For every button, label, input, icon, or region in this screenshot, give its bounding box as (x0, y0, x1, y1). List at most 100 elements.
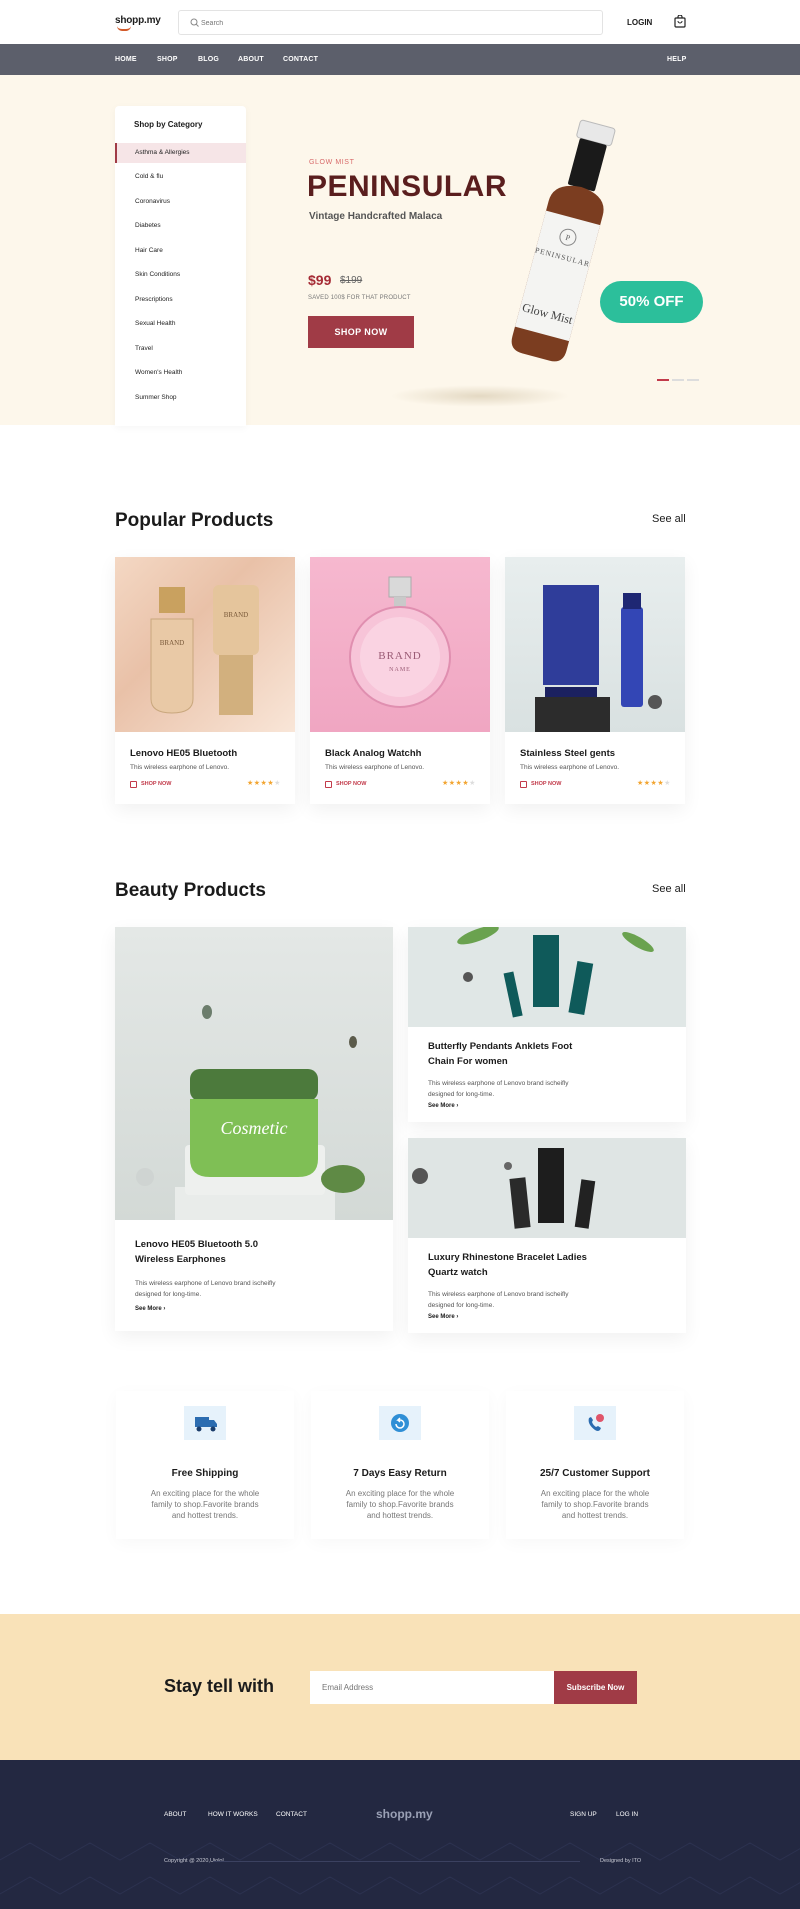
product-shop-now-link[interactable]: SHOP NOW (520, 781, 561, 787)
product-card[interactable]: BRAND NAME Black Analog Watchh This wire… (310, 557, 490, 804)
category-item[interactable]: Diabetes (115, 216, 246, 236)
category-item[interactable]: Prescriptions (115, 290, 246, 310)
see-more-label: See More (428, 1103, 455, 1109)
category-item[interactable]: Cold & flu (115, 167, 246, 187)
hero-saved-text: SAVED 100$ FOR THAT PRODUCT (308, 295, 411, 301)
name-line: Lenovo HE05 Bluetooth 5.0 (135, 1239, 258, 1250)
desc-line: designed for long-time. (135, 1291, 202, 1298)
desc-line: family to shop.Favorite brands (346, 1500, 454, 1509)
beauty-product-card[interactable]: Butterfly Pendants Anklets Foot Chain For… (408, 925, 686, 1122)
product-image (408, 925, 686, 1027)
beauty-feature-card[interactable]: Cosmetic Lenovo HE05 Bluetooth 5.0 Wirele… (115, 927, 393, 1331)
chevron-right-icon: › (456, 1103, 459, 1109)
desc-line: This wireless earphone of Lenovo brand i… (428, 1080, 569, 1087)
category-item[interactable]: Coronavirus (115, 192, 246, 212)
shop-now-label: SHOP NOW (141, 781, 172, 787)
see-more-link[interactable]: See More › (428, 1103, 458, 1109)
desc-line: family to shop.Favorite brands (151, 1500, 259, 1509)
beauty-product-description: This wireless earphone of Lenovo brand i… (428, 1078, 598, 1100)
subscribe-button[interactable]: Subscribe Now (554, 1671, 637, 1704)
desc-line: and hottest trends. (366, 1511, 434, 1520)
name-line: Wireless Earphones (135, 1254, 226, 1265)
desc-line: designed for long-time. (428, 1302, 495, 1309)
name-line: Luxury Rhinestone Bracelet Ladies (428, 1252, 587, 1263)
product-shop-now-link[interactable]: SHOP NOW (130, 781, 171, 787)
feature-description: An exciting place for the whole family to… (140, 1488, 270, 1521)
footer: ABOUT HOW IT WORKS CONTACT shopp.my SIGN… (0, 1760, 800, 1909)
product-name[interactable]: Black Analog Watchh (325, 748, 421, 759)
shop-now-label: SHOP NOW (336, 781, 367, 787)
feature-description: An exciting place for the whole family to… (335, 1488, 465, 1521)
footer-link-sign-up[interactable]: SIGN UP (570, 1811, 597, 1818)
product-shop-now-link[interactable]: SHOP NOW (325, 781, 366, 787)
desc-line: and hottest trends. (561, 1511, 629, 1520)
popular-see-all-link[interactable]: See all (652, 513, 686, 525)
chevron-right-icon: › (456, 1314, 459, 1320)
email-field[interactable] (310, 1671, 555, 1704)
shopping-bag-icon[interactable] (674, 15, 686, 28)
footer-link-log-in[interactable]: LOG IN (616, 1811, 638, 1818)
beauty-product-description: This wireless earphone of Lenovo brand i… (428, 1289, 598, 1311)
name-line: Quartz watch (428, 1267, 488, 1278)
footer-logo[interactable]: shopp.my (376, 1807, 433, 1821)
category-item[interactable]: Summer Shop (115, 388, 246, 408)
search-input[interactable] (201, 14, 596, 32)
hero-old-price: $199 (340, 275, 363, 286)
see-more-link[interactable]: See More › (135, 1306, 165, 1312)
footer-link-how-it-works[interactable]: HOW IT WORKS (208, 1811, 258, 1818)
nav-shop[interactable]: SHOP (157, 56, 178, 63)
see-more-link[interactable]: See More › (428, 1314, 458, 1320)
beauty-product-name[interactable]: Lenovo HE05 Bluetooth 5.0 Wireless Earpho… (135, 1237, 335, 1267)
beauty-product-card[interactable]: Luxury Rhinestone Bracelet Ladies Quartz … (408, 1138, 686, 1333)
search-bar[interactable] (178, 10, 603, 35)
beauty-product-name[interactable]: Butterfly Pendants Anklets Foot Chain For… (428, 1039, 628, 1069)
desc-line: An exciting place for the whole (345, 1489, 455, 1498)
product-card[interactable]: Stainless Steel gents This wireless earp… (505, 557, 685, 804)
carousel-dot[interactable] (687, 379, 699, 381)
jar-label: Cosmetic (221, 1118, 288, 1138)
login-link[interactable]: LOGIN (627, 18, 652, 27)
nav-home[interactable]: HOME (115, 56, 137, 63)
rating-stars: ★★★★★ (442, 780, 476, 787)
designed-by-text: Designed by ITO (600, 1858, 642, 1864)
cosmetic-jar-image: Cosmetic (115, 927, 393, 1220)
nav-help[interactable]: HELP (667, 56, 686, 63)
carousel-dot[interactable] (672, 379, 684, 381)
category-item[interactable]: Travel (115, 339, 246, 359)
feature-card: 25/7 Customer Support An exciting place … (506, 1391, 684, 1539)
feature-card: 7 Days Easy Return An exciting place for… (311, 1391, 489, 1539)
footer-link-contact[interactable]: CONTACT (276, 1811, 307, 1818)
category-item[interactable]: Hair Care (115, 241, 246, 261)
beauty-product-name[interactable]: Luxury Rhinestone Bracelet Ladies Quartz … (428, 1250, 628, 1280)
carousel-dot[interactable] (657, 379, 669, 381)
category-item[interactable]: Asthma & Allergies (115, 143, 246, 163)
nav-blog[interactable]: BLOG (198, 56, 219, 63)
feature-title: 25/7 Customer Support (539, 1468, 651, 1479)
search-icon (190, 18, 199, 27)
logo[interactable]: shopp.my (115, 15, 161, 31)
product-image-name: NAME (389, 667, 411, 673)
bottle-shadow (390, 385, 570, 407)
category-item[interactable]: Women's Health (115, 363, 246, 383)
footer-pattern (0, 1842, 800, 1895)
nav-contact[interactable]: CONTACT (283, 56, 318, 63)
beauty-see-all-link[interactable]: See all (652, 883, 686, 895)
feature-title: Free Shipping (171, 1468, 239, 1479)
name-line: Butterfly Pendants Anklets Foot (428, 1041, 573, 1052)
hero-title: PENINSULAR (307, 170, 508, 203)
hero-shop-now-button[interactable]: SHOP NOW (308, 316, 414, 348)
product-name[interactable]: Lenovo HE05 Bluetooth (130, 748, 237, 759)
desc-line: An exciting place for the whole (150, 1489, 260, 1498)
beauty-product-description: This wireless earphone of Lenovo brand i… (135, 1278, 305, 1300)
main-nav: HOME SHOP BLOG ABOUT CONTACT HELP (0, 44, 800, 75)
product-card[interactable]: BRAND BRAND Lenovo HE05 Bluetooth This w… (115, 557, 295, 804)
nav-about[interactable]: ABOUT (238, 56, 264, 63)
category-item[interactable]: Sexual Health (115, 314, 246, 334)
category-item[interactable]: Skin Conditions (115, 265, 246, 285)
beauty-products-title: Beauty Products (115, 880, 266, 901)
desc-line: designed for long-time. (428, 1091, 495, 1098)
desc-line: This wireless earphone of Lenovo brand i… (135, 1280, 276, 1287)
product-image-brand: BRAND (378, 650, 422, 662)
footer-link-about[interactable]: ABOUT (164, 1811, 186, 1818)
product-name[interactable]: Stainless Steel gents (520, 748, 615, 759)
